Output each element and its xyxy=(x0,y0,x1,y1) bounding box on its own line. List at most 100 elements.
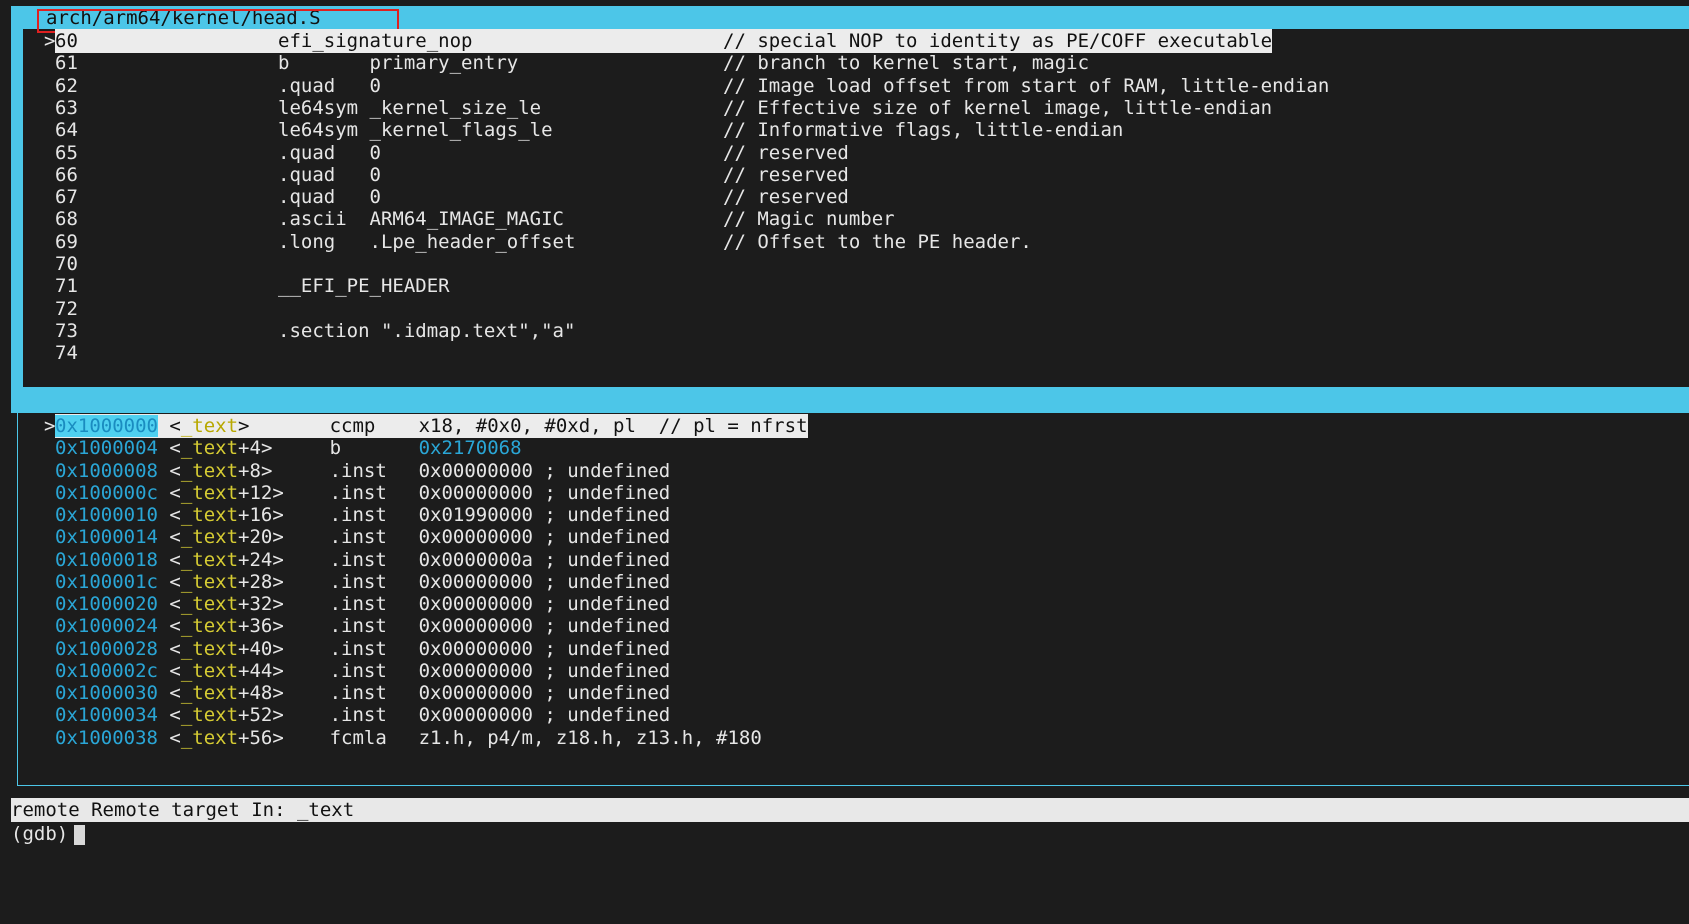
line-marker xyxy=(44,726,55,750)
asm-offset: +28 xyxy=(238,570,273,593)
asm-address: 0x1000010 xyxy=(55,504,158,526)
line-marker: > xyxy=(44,30,56,52)
asm-offset: +24 xyxy=(238,548,273,571)
asm-symbol: _text xyxy=(180,437,239,460)
asm-line[interactable]: 0x1000028 <_text+40> .inst 0x00000000 ; u… xyxy=(44,637,670,661)
asm-address: 0x1000008 xyxy=(55,459,158,482)
asm-line[interactable]: 0x1000030 <_text+48> .inst 0x00000000 ; u… xyxy=(44,681,670,705)
asm-opcode: .inst xyxy=(329,526,387,549)
line-number: 72 xyxy=(55,297,78,320)
source-line[interactable]: 63 le64sym _kernel_size_le // Effective si… xyxy=(44,96,1272,120)
asm-opcode: b xyxy=(329,437,342,460)
asm-address: 0x1000020 xyxy=(55,593,158,615)
source-line[interactable]: 61 b primary_entry // branch to kernel sta… xyxy=(44,51,1089,75)
source-line[interactable]: 74 xyxy=(44,341,723,365)
asm-symbol: _text xyxy=(180,504,239,526)
source-line[interactable]: 65 .quad 0 // reserved xyxy=(44,141,849,165)
asm-address: 0x1000000 xyxy=(55,415,158,437)
source-line[interactable]: 67 .quad 0 // reserved xyxy=(44,185,849,209)
asm-line[interactable]: 0x100002c <_text+44> .inst 0x00000000 ; u… xyxy=(44,659,670,683)
asm-line[interactable]: 0x100000c <_text+12> .inst 0x00000000 ; u… xyxy=(44,481,670,505)
line-marker xyxy=(44,51,55,75)
line-marker xyxy=(44,592,55,616)
line-number: 69 xyxy=(55,230,78,253)
asm-line[interactable]: 0x1000034 <_text+52> .inst 0x00000000 ; u… xyxy=(44,703,670,727)
source-comment: // reserved xyxy=(723,163,849,186)
asm-opcode: .inst xyxy=(329,481,387,504)
asm-line[interactable]: 0x1000038 <_text+56> fcmla z1.h, p4/m, z1… xyxy=(44,726,762,750)
source-code: le64sym _kernel_size_le xyxy=(278,96,542,119)
line-marker xyxy=(44,570,55,594)
line-number: 67 xyxy=(55,186,78,209)
asm-line[interactable]: >0x1000000 <_text> ccmp x18, #0x0, #0xd, … xyxy=(44,414,808,438)
asm-address: 0x100001c xyxy=(55,570,158,593)
asm-opcode: .inst xyxy=(329,615,387,638)
line-number: 68 xyxy=(55,208,78,231)
source-line[interactable]: 71 __EFI_PE_HEADER xyxy=(44,274,723,298)
line-number: 70 xyxy=(55,253,78,275)
source-line[interactable]: 68 .ascii ARM64_IMAGE_MAGIC // Magic numbe… xyxy=(44,207,895,231)
source-code: .quad 0 xyxy=(278,74,381,97)
asm-opcode: .inst xyxy=(329,704,387,727)
asm-offset: +32 xyxy=(238,593,273,615)
source-code: b primary_entry xyxy=(278,52,519,75)
asm-symbol: _text xyxy=(180,615,239,638)
asm-offset: +52 xyxy=(238,704,273,727)
status-bar: remote Remote target In: _text xyxy=(11,798,1689,822)
asm-address: 0x1000038 xyxy=(55,726,158,749)
source-line[interactable]: 62 .quad 0 // Image load offset from start… xyxy=(44,74,1329,98)
source-line[interactable]: 72 xyxy=(44,297,723,321)
asm-line[interactable]: 0x1000024 <_text+36> .inst 0x00000000 ; u… xyxy=(44,614,670,638)
asm-operands: 0x00000000 ; undefined xyxy=(418,659,671,682)
source-code: .quad 0 xyxy=(278,141,381,164)
source-line[interactable]: 64 le64sym _kernel_flags_le // Informative… xyxy=(44,118,1123,142)
asm-symbol: _text xyxy=(180,570,239,593)
asm-symbol: _text xyxy=(180,704,239,727)
line-marker xyxy=(44,207,55,231)
asm-line[interactable]: 0x1000008 <_text+8> .inst 0x00000000 ; un… xyxy=(44,459,670,483)
asm-operands: x18, #0x0, #0xd, pl // pl = nfrst xyxy=(418,415,808,437)
asm-line[interactable]: 0x100001c <_text+28> .inst 0x00000000 ; u… xyxy=(44,570,670,594)
source-code: le64sym _kernel_flags_le xyxy=(278,119,553,142)
source-comment: // Image load offset from start of RAM, … xyxy=(723,74,1330,97)
asm-symbol: _text xyxy=(180,459,239,482)
source-line[interactable]: 69 .long .Lpe_header_offset // Offset to t… xyxy=(44,230,1032,254)
asm-operands: 0x00000000 ; undefined xyxy=(418,481,671,504)
source-code: efi_signature_nop xyxy=(278,30,473,52)
source-line[interactable]: 66 .quad 0 // reserved xyxy=(44,163,849,187)
asm-line[interactable]: 0x1000020 <_text+32> .inst 0x00000000 ; u… xyxy=(44,592,670,616)
asm-opcode: .inst xyxy=(329,504,387,526)
text-cursor xyxy=(74,824,86,845)
source-comment: // branch to kernel start, magic xyxy=(723,52,1090,75)
source-code: .section ".idmap.text","a" xyxy=(278,319,576,342)
asm-address: 0x100002c xyxy=(55,659,158,682)
asm-line[interactable]: 0x1000010 <_text+16> .inst 0x01990000 ; u… xyxy=(44,503,670,527)
source-line[interactable]: 70 xyxy=(44,252,723,276)
asm-symbol: _text xyxy=(180,481,239,504)
line-marker xyxy=(44,252,55,276)
asm-line[interactable]: 0x1000004 <_text+4> b 0x2170068 xyxy=(44,436,522,460)
line-marker xyxy=(44,118,55,142)
source-line[interactable]: >60 efi_signature_nop // special NOP to id… xyxy=(44,29,1273,53)
source-code: .ascii ARM64_IMAGE_MAGIC xyxy=(278,208,564,231)
line-marker xyxy=(44,459,55,483)
asm-line[interactable]: 0x1000018 <_text+24> .inst 0x0000000a ; u… xyxy=(44,548,670,572)
asm-address: 0x1000024 xyxy=(55,615,158,638)
line-number: 63 xyxy=(55,96,78,119)
source-comment: // reserved xyxy=(723,186,849,209)
prompt-label: (gdb) xyxy=(11,823,69,845)
line-marker xyxy=(44,436,55,460)
line-marker xyxy=(44,297,55,321)
asm-offset: +36 xyxy=(238,615,273,638)
gdb-prompt[interactable]: (gdb) xyxy=(11,822,86,846)
asm-symbol: _text xyxy=(180,682,239,704)
asm-line[interactable]: 0x1000014 <_text+20> .inst 0x00000000 ; u… xyxy=(44,525,670,549)
source-comment: // Magic number xyxy=(723,208,895,231)
source-line[interactable]: 73 .section ".idmap.text","a" xyxy=(44,319,723,343)
asm-operands: 0x2170068 xyxy=(418,437,522,460)
asm-offset: +20 xyxy=(238,526,273,549)
line-marker xyxy=(44,548,55,572)
asm-offset: +4 xyxy=(238,437,261,460)
asm-opcode: .inst xyxy=(329,459,387,482)
line-marker xyxy=(44,163,55,187)
